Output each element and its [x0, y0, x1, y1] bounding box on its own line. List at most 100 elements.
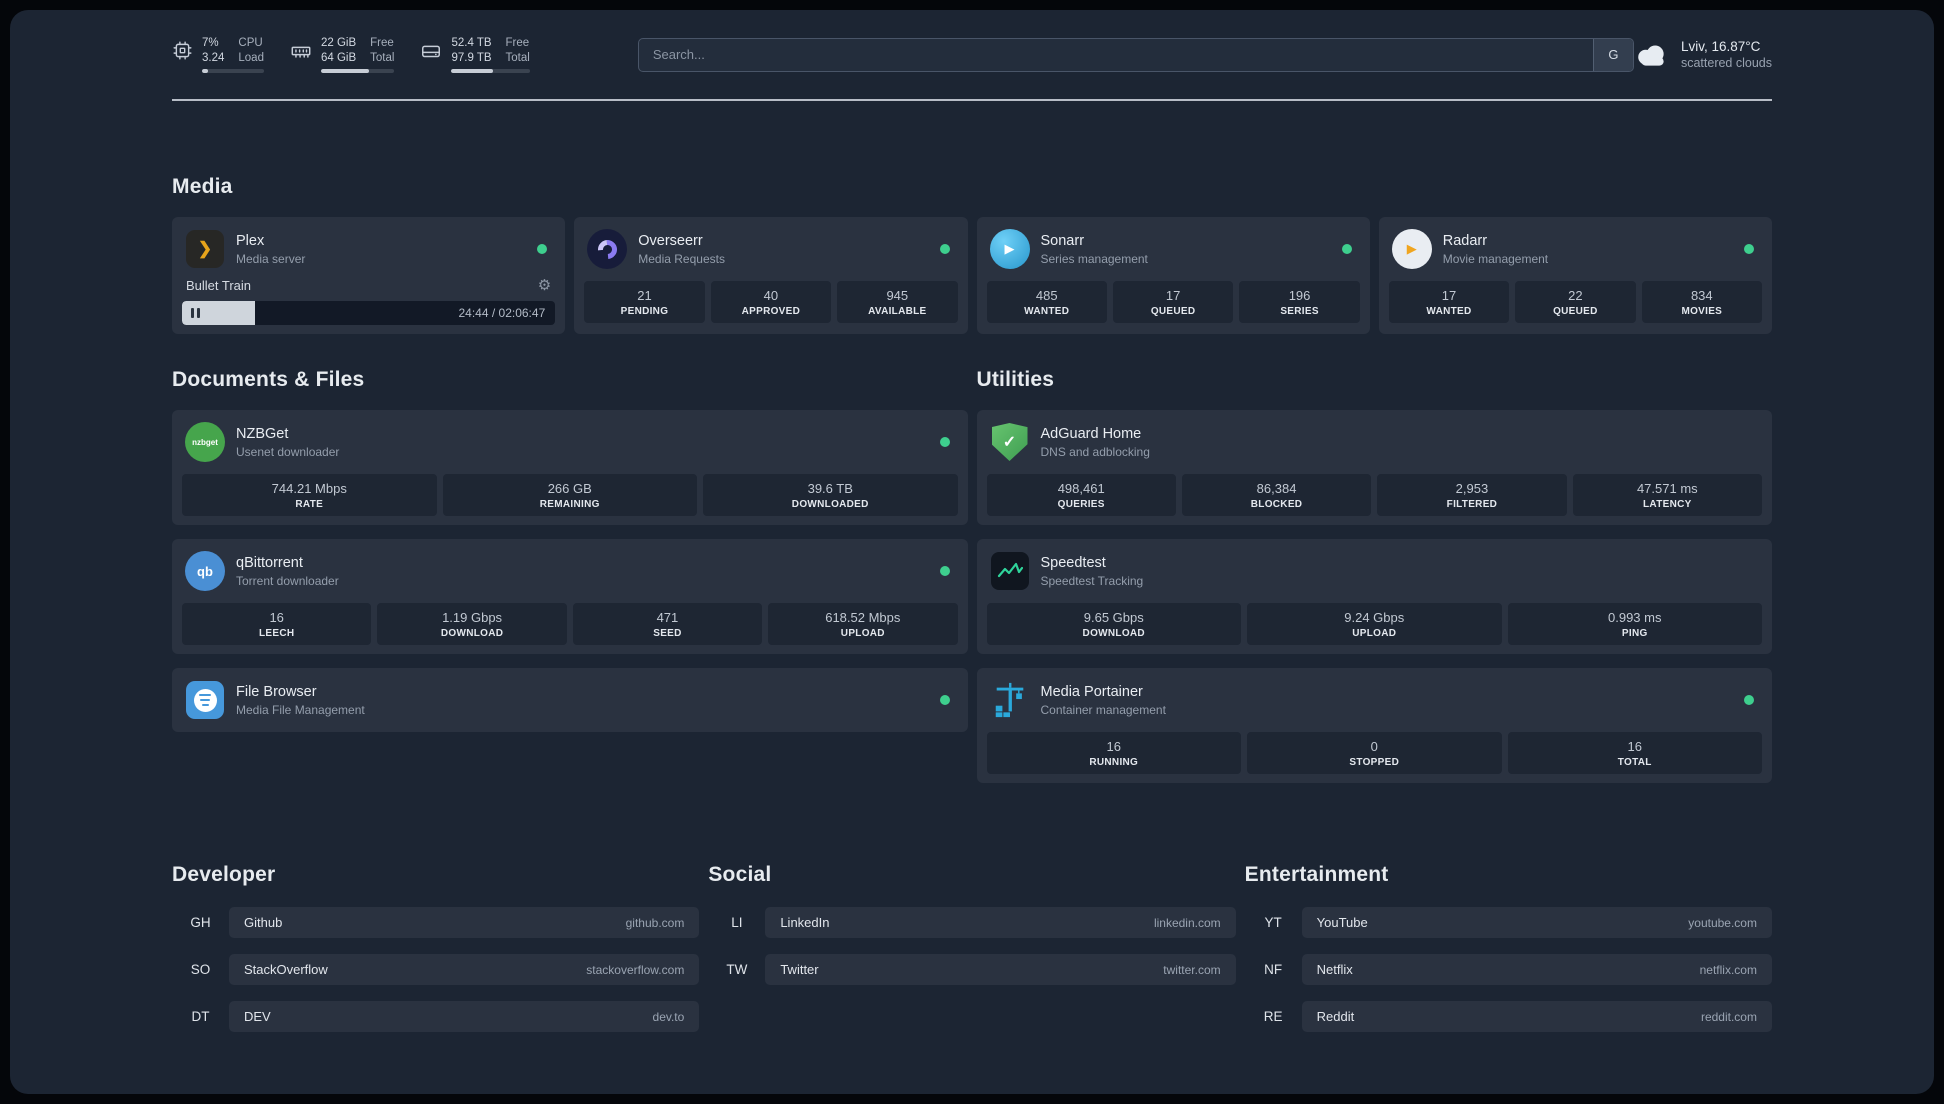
- stat-box-latency: 47.571 ms LATENCY: [1572, 474, 1762, 516]
- stat-box-ping: 0.993 ms PING: [1507, 603, 1762, 645]
- bookmark-twitter[interactable]: TW Twitter twitter.com: [708, 954, 1236, 985]
- stats-row: 485 WANTED 17 QUEUED 196 SERIES: [986, 281, 1360, 323]
- memory-usage-bar: [320, 69, 395, 73]
- stat-box-blocked: 86,384 BLOCKED: [1181, 474, 1372, 516]
- plex-icon: ❯: [186, 230, 224, 268]
- sonarr-icon: ▶: [989, 229, 1030, 269]
- stats-row: 498,461 QUERIES 86,384 BLOCKED 2,953 FIL…: [986, 474, 1762, 516]
- playback-progress-fill: [182, 301, 255, 325]
- section-title-social: Social: [708, 863, 772, 886]
- stat-box-filtered: 2,953 FILTERED: [1377, 474, 1567, 516]
- bookmark-netflix[interactable]: NF Netflix netflix.com: [1245, 954, 1772, 985]
- service-subtitle: Container management: [1040, 702, 1166, 717]
- dashboard: 7% CPU 3.24 Load 22 GiB Free 64 GiB Tota…: [10, 10, 1934, 1094]
- stats-row: 17 WANTED 22 QUEUED 834 MOVIES: [1388, 281, 1763, 323]
- bookmark-name: Netflix: [1316, 962, 1353, 977]
- resource-widgets: 7% CPU 3.24 Load 22 GiB Free 64 GiB Tota…: [172, 36, 530, 73]
- stat-box-available: 945 AVAILABLE: [837, 281, 958, 323]
- weather-widget[interactable]: Lviv, 16.87°C scattered clouds: [1634, 39, 1772, 70]
- disk-widget: 52.4 TB Free 97.9 TB Total: [420, 36, 530, 73]
- memory-free-label: Free: [370, 37, 394, 49]
- stats-row: 9.65 Gbps DOWNLOAD 9.24 Gbps UPLOAD 0.99…: [986, 603, 1762, 645]
- service-name: Sonarr: [1040, 232, 1085, 249]
- search-input[interactable]: [638, 38, 1593, 71]
- disk-usage-bar: [451, 69, 530, 73]
- service-card-overseerr[interactable]: Overseerr Media Requests 21 PENDING 40 A…: [574, 217, 968, 334]
- stat-box-remaining: 266 GB REMAINING: [442, 474, 697, 516]
- bookmark-reddit[interactable]: RE Reddit reddit.com: [1245, 1001, 1772, 1032]
- disk-free: 52.4 TB: [451, 37, 492, 49]
- status-dot-online: [939, 566, 950, 576]
- service-name: NZBGet: [236, 425, 289, 442]
- service-name: AdGuard Home: [1040, 425, 1142, 442]
- service-subtitle: Usenet downloader: [236, 444, 340, 459]
- status-dot-online: [939, 244, 950, 254]
- service-subtitle: Speedtest Tracking: [1040, 573, 1144, 588]
- status-dot-online: [1341, 244, 1352, 254]
- pause-icon[interactable]: [191, 308, 194, 318]
- stat-box-rate: 744.21 Mbps RATE: [182, 474, 437, 516]
- bookmark-dev[interactable]: DT DEV dev.to: [172, 1001, 700, 1032]
- bookmark-github[interactable]: GH Github github.com: [172, 907, 700, 938]
- stat-box-queued: 22 QUEUED: [1515, 281, 1636, 323]
- section-media: Media ❯ Plex Media server Bullet Train ⚙…: [172, 175, 1772, 334]
- bookmark-url: netflix.com: [1699, 962, 1757, 977]
- playback-time: 24:44 / 02:06:47: [458, 306, 546, 320]
- section-utilities: Utilities ✓ AdGuard Home DNS and adblock…: [976, 368, 1772, 797]
- bookmark-group-entertainment: Entertainment YT YouTube youtube.com NF …: [1245, 863, 1772, 1048]
- bookmark-abbr: DT: [191, 1009, 210, 1024]
- weather-location: Lviv, 16.87°C: [1680, 39, 1761, 54]
- stat-box-queries: 498,461 QUERIES: [986, 474, 1176, 516]
- service-card-speedtest[interactable]: Speedtest Speedtest Tracking 9.65 Gbps D…: [976, 539, 1772, 654]
- stats-row: 16 RUNNING 0 STOPPED 16 TOTAL: [986, 732, 1762, 774]
- bookmark-abbr: SO: [190, 962, 211, 977]
- bookmark-url: stackoverflow.com: [586, 962, 685, 977]
- section-title-developer: Developer: [172, 863, 276, 886]
- cpu-load-label: Load: [238, 52, 264, 64]
- service-card-adguard[interactable]: ✓ AdGuard Home DNS and adblocking 498,46…: [976, 410, 1772, 525]
- service-subtitle: Media File Management: [236, 702, 365, 717]
- bookmark-abbr: YT: [1264, 915, 1282, 930]
- cpu-widget: 7% CPU 3.24 Load: [172, 36, 264, 73]
- service-card-sonarr[interactable]: ▶ Sonarr Series management 485 WANTED 17…: [976, 217, 1370, 334]
- bookmark-stackoverflow[interactable]: SO StackOverflow stackoverflow.com: [172, 954, 700, 985]
- service-card-filebrowser[interactable]: File Browser Media File Management: [172, 668, 968, 732]
- settings-gear-icon[interactable]: ⚙: [538, 276, 551, 294]
- playback-progress-bar[interactable]: 24:44 / 02:06:47: [182, 301, 556, 325]
- search-provider-button[interactable]: G: [1592, 38, 1633, 71]
- status-dot-online: [939, 695, 950, 705]
- stat-box-download: 1.19 Gbps DOWNLOAD: [377, 603, 567, 645]
- service-name: File Browser: [236, 683, 317, 700]
- bookmark-url: youtube.com: [1688, 915, 1757, 930]
- qbittorrent-icon: qb: [185, 551, 225, 591]
- search-bar: G: [637, 37, 1634, 72]
- stat-box-stopped: 0 STOPPED: [1247, 732, 1502, 774]
- bookmark-group-developer: Developer GH Github github.com SO StackO…: [172, 863, 700, 1048]
- bookmark-url: twitter.com: [1163, 962, 1221, 977]
- bookmark-url: github.com: [625, 915, 685, 930]
- memory-total: 64 GiB: [320, 52, 357, 64]
- bookmark-linkedin[interactable]: LI LinkedIn linkedin.com: [708, 907, 1236, 938]
- bookmark-youtube[interactable]: YT YouTube youtube.com: [1245, 907, 1772, 938]
- disk-total-label: Total: [505, 52, 530, 64]
- service-card-nzbget[interactable]: nzbget NZBGet Usenet downloader 744.21 M…: [172, 410, 968, 525]
- service-subtitle: Media server: [236, 251, 306, 266]
- stat-box-pending: 21 PENDING: [584, 281, 705, 323]
- bookmark-abbr: NF: [1264, 962, 1283, 977]
- stat-box-downloaded: 39.6 TB DOWNLOADED: [703, 474, 958, 516]
- bookmark-name: StackOverflow: [244, 962, 328, 977]
- cpu-label: CPU: [238, 37, 263, 49]
- service-card-plex[interactable]: ❯ Plex Media server Bullet Train ⚙ 24:44…: [172, 217, 566, 334]
- stat-box-wanted: 485 WANTED: [986, 281, 1107, 323]
- service-subtitle: Movie management: [1442, 251, 1549, 266]
- service-name: Speedtest: [1040, 554, 1106, 571]
- service-card-radarr[interactable]: ▶ Radarr Movie management 17 WANTED 22 Q…: [1378, 217, 1772, 334]
- service-name: Plex: [236, 232, 265, 249]
- service-card-qbittorrent[interactable]: qb qBittorrent Torrent downloader 16 LEE…: [172, 539, 968, 654]
- section-title-entertainment: Entertainment: [1244, 863, 1389, 886]
- service-card-portainer[interactable]: Media Portainer Container management 16 …: [976, 668, 1772, 783]
- section-title-utilities: Utilities: [976, 368, 1055, 391]
- bookmark-name: LinkedIn: [780, 915, 830, 930]
- service-subtitle: Media Requests: [638, 251, 725, 266]
- bookmark-url: dev.to: [652, 1009, 685, 1024]
